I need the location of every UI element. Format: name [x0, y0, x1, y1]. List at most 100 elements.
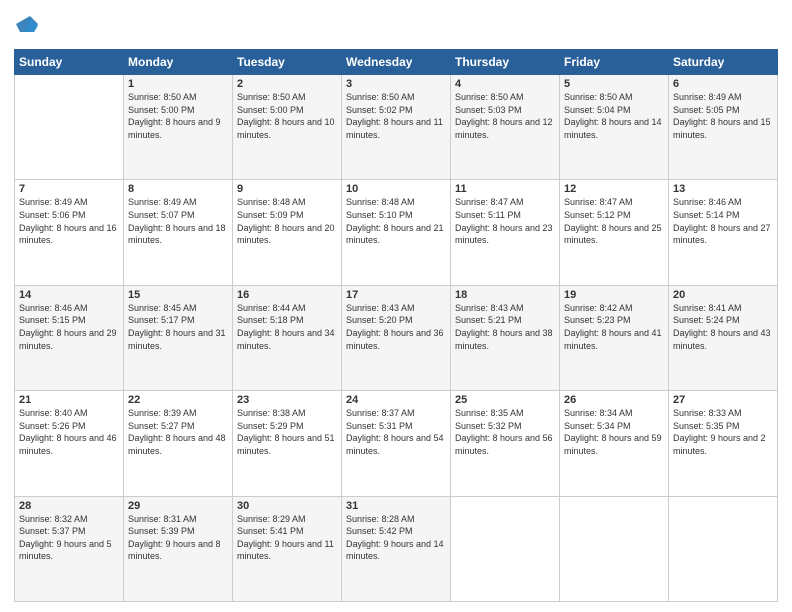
day-info: Sunrise: 8:43 AMSunset: 5:20 PMDaylight:…: [346, 303, 444, 351]
calendar-cell: 22 Sunrise: 8:39 AMSunset: 5:27 PMDayligh…: [124, 391, 233, 496]
calendar-week-row: 7 Sunrise: 8:49 AMSunset: 5:06 PMDaylight…: [15, 180, 778, 285]
calendar-page: SundayMondayTuesdayWednesdayThursdayFrid…: [0, 0, 792, 612]
day-number: 4: [455, 78, 555, 90]
calendar-cell: 3 Sunrise: 8:50 AMSunset: 5:02 PMDaylight…: [342, 75, 451, 180]
calendar-cell: 9 Sunrise: 8:48 AMSunset: 5:09 PMDaylight…: [233, 180, 342, 285]
day-number: 29: [128, 500, 228, 512]
day-number: 20: [673, 289, 773, 301]
day-info: Sunrise: 8:49 AMSunset: 5:07 PMDaylight:…: [128, 197, 226, 245]
calendar-cell: 17 Sunrise: 8:43 AMSunset: 5:20 PMDayligh…: [342, 285, 451, 390]
day-number: 27: [673, 394, 773, 406]
calendar-cell: [560, 496, 669, 601]
day-info: Sunrise: 8:50 AMSunset: 5:04 PMDaylight:…: [564, 92, 662, 140]
calendar-cell: [451, 496, 560, 601]
day-number: 15: [128, 289, 228, 301]
day-info: Sunrise: 8:48 AMSunset: 5:09 PMDaylight:…: [237, 197, 335, 245]
day-number: 26: [564, 394, 664, 406]
calendar-cell: 5Sunrise: 8:50 AMSunset: 5:04 PMDaylight…: [560, 75, 669, 180]
calendar-cell: [669, 496, 778, 601]
calendar-cell: 14Sunrise: 8:46 AMSunset: 5:15 PMDayligh…: [15, 285, 124, 390]
calendar-cell: 6 Sunrise: 8:49 AMSunset: 5:05 PMDaylight…: [669, 75, 778, 180]
day-number: 11: [455, 183, 555, 195]
calendar-cell: 16 Sunrise: 8:44 AMSunset: 5:18 PMDayligh…: [233, 285, 342, 390]
day-info: Sunrise: 8:47 AMSunset: 5:11 PMDaylight:…: [455, 197, 553, 245]
day-info: Sunrise: 8:50 AMSunset: 5:03 PMDaylight:…: [455, 92, 553, 140]
day-info: Sunrise: 8:49 AMSunset: 5:06 PMDaylight:…: [19, 197, 117, 245]
column-header-thursday: Thursday: [451, 50, 560, 75]
calendar-cell: 10 Sunrise: 8:48 AMSunset: 5:10 PMDayligh…: [342, 180, 451, 285]
calendar-cell: 4 Sunrise: 8:50 AMSunset: 5:03 PMDaylight…: [451, 75, 560, 180]
calendar-cell: 19 Sunrise: 8:42 AMSunset: 5:23 PMDayligh…: [560, 285, 669, 390]
day-info: Sunrise: 8:41 AMSunset: 5:24 PMDaylight:…: [673, 303, 771, 351]
calendar-week-row: 14Sunrise: 8:46 AMSunset: 5:15 PMDayligh…: [15, 285, 778, 390]
calendar-cell: 8 Sunrise: 8:49 AMSunset: 5:07 PMDaylight…: [124, 180, 233, 285]
day-info: Sunrise: 8:43 AMSunset: 5:21 PMDaylight:…: [455, 303, 553, 351]
calendar-cell: [15, 75, 124, 180]
day-number: 16: [237, 289, 337, 301]
day-info: Sunrise: 8:33 AMSunset: 5:35 PMDaylight:…: [673, 408, 766, 456]
day-info: Sunrise: 8:34 AMSunset: 5:34 PMDaylight:…: [564, 408, 662, 456]
day-number: 8: [128, 183, 228, 195]
day-info: Sunrise: 8:28 AMSunset: 5:42 PMDaylight:…: [346, 514, 444, 562]
column-header-monday: Monday: [124, 50, 233, 75]
day-info: Sunrise: 8:48 AMSunset: 5:10 PMDaylight:…: [346, 197, 444, 245]
day-info: Sunrise: 8:29 AMSunset: 5:41 PMDaylight:…: [237, 514, 334, 562]
day-info: Sunrise: 8:50 AMSunset: 5:02 PMDaylight:…: [346, 92, 443, 140]
column-header-tuesday: Tuesday: [233, 50, 342, 75]
day-number: 30: [237, 500, 337, 512]
day-info: Sunrise: 8:49 AMSunset: 5:05 PMDaylight:…: [673, 92, 771, 140]
day-number: 1: [128, 78, 228, 90]
calendar-cell: 30 Sunrise: 8:29 AMSunset: 5:41 PMDayligh…: [233, 496, 342, 601]
calendar-cell: 29 Sunrise: 8:31 AMSunset: 5:39 PMDayligh…: [124, 496, 233, 601]
calendar-cell: 12 Sunrise: 8:47 AMSunset: 5:12 PMDayligh…: [560, 180, 669, 285]
day-number: 22: [128, 394, 228, 406]
day-number: 19: [564, 289, 664, 301]
day-info: Sunrise: 8:37 AMSunset: 5:31 PMDaylight:…: [346, 408, 444, 456]
calendar-cell: 15 Sunrise: 8:45 AMSunset: 5:17 PMDayligh…: [124, 285, 233, 390]
day-number: 25: [455, 394, 555, 406]
column-header-friday: Friday: [560, 50, 669, 75]
day-number: 18: [455, 289, 555, 301]
day-info: Sunrise: 8:40 AMSunset: 5:26 PMDaylight:…: [19, 408, 117, 456]
day-info: Sunrise: 8:42 AMSunset: 5:23 PMDaylight:…: [564, 303, 662, 351]
day-info: Sunrise: 8:50 AMSunset: 5:00 PMDaylight:…: [128, 92, 221, 140]
day-info: Sunrise: 8:47 AMSunset: 5:12 PMDaylight:…: [564, 197, 662, 245]
calendar-cell: 27 Sunrise: 8:33 AMSunset: 5:35 PMDayligh…: [669, 391, 778, 496]
day-number: 7: [19, 183, 119, 195]
calendar-cell: 13Sunrise: 8:46 AMSunset: 5:14 PMDayligh…: [669, 180, 778, 285]
day-info: Sunrise: 8:39 AMSunset: 5:27 PMDaylight:…: [128, 408, 226, 456]
calendar-cell: 11 Sunrise: 8:47 AMSunset: 5:11 PMDayligh…: [451, 180, 560, 285]
day-info: Sunrise: 8:38 AMSunset: 5:29 PMDaylight:…: [237, 408, 335, 456]
calendar-cell: 18 Sunrise: 8:43 AMSunset: 5:21 PMDayligh…: [451, 285, 560, 390]
day-number: 28: [19, 500, 119, 512]
column-header-saturday: Saturday: [669, 50, 778, 75]
day-info: Sunrise: 8:46 AMSunset: 5:15 PMDaylight:…: [19, 303, 117, 351]
day-number: 21: [19, 394, 119, 406]
day-info: Sunrise: 8:44 AMSunset: 5:18 PMDaylight:…: [237, 303, 335, 351]
calendar-week-row: 28 Sunrise: 8:32 AMSunset: 5:37 PMDayligh…: [15, 496, 778, 601]
day-number: 24: [346, 394, 446, 406]
calendar-cell: 25 Sunrise: 8:35 AMSunset: 5:32 PMDayligh…: [451, 391, 560, 496]
day-info: Sunrise: 8:45 AMSunset: 5:17 PMDaylight:…: [128, 303, 226, 351]
day-info: Sunrise: 8:31 AMSunset: 5:39 PMDaylight:…: [128, 514, 221, 562]
day-info: Sunrise: 8:35 AMSunset: 5:32 PMDaylight:…: [455, 408, 553, 456]
calendar-cell: 31 Sunrise: 8:28 AMSunset: 5:42 PMDayligh…: [342, 496, 451, 601]
day-number: 10: [346, 183, 446, 195]
header: [14, 10, 778, 41]
logo-icon: [16, 14, 38, 36]
day-number: 9: [237, 183, 337, 195]
day-number: 2: [237, 78, 337, 90]
column-header-wednesday: Wednesday: [342, 50, 451, 75]
day-number: 31: [346, 500, 446, 512]
day-number: 17: [346, 289, 446, 301]
day-info: Sunrise: 8:46 AMSunset: 5:14 PMDaylight:…: [673, 197, 771, 245]
day-number: 3: [346, 78, 446, 90]
day-number: 12: [564, 183, 664, 195]
calendar-cell: 21 Sunrise: 8:40 AMSunset: 5:26 PMDayligh…: [15, 391, 124, 496]
day-info: Sunrise: 8:32 AMSunset: 5:37 PMDaylight:…: [19, 514, 112, 562]
calendar-cell: 28 Sunrise: 8:32 AMSunset: 5:37 PMDayligh…: [15, 496, 124, 601]
day-number: 6: [673, 78, 773, 90]
calendar-week-row: 21 Sunrise: 8:40 AMSunset: 5:26 PMDayligh…: [15, 391, 778, 496]
calendar-cell: 2Sunrise: 8:50 AMSunset: 5:00 PMDaylight…: [233, 75, 342, 180]
calendar-cell: 7 Sunrise: 8:49 AMSunset: 5:06 PMDaylight…: [15, 180, 124, 285]
